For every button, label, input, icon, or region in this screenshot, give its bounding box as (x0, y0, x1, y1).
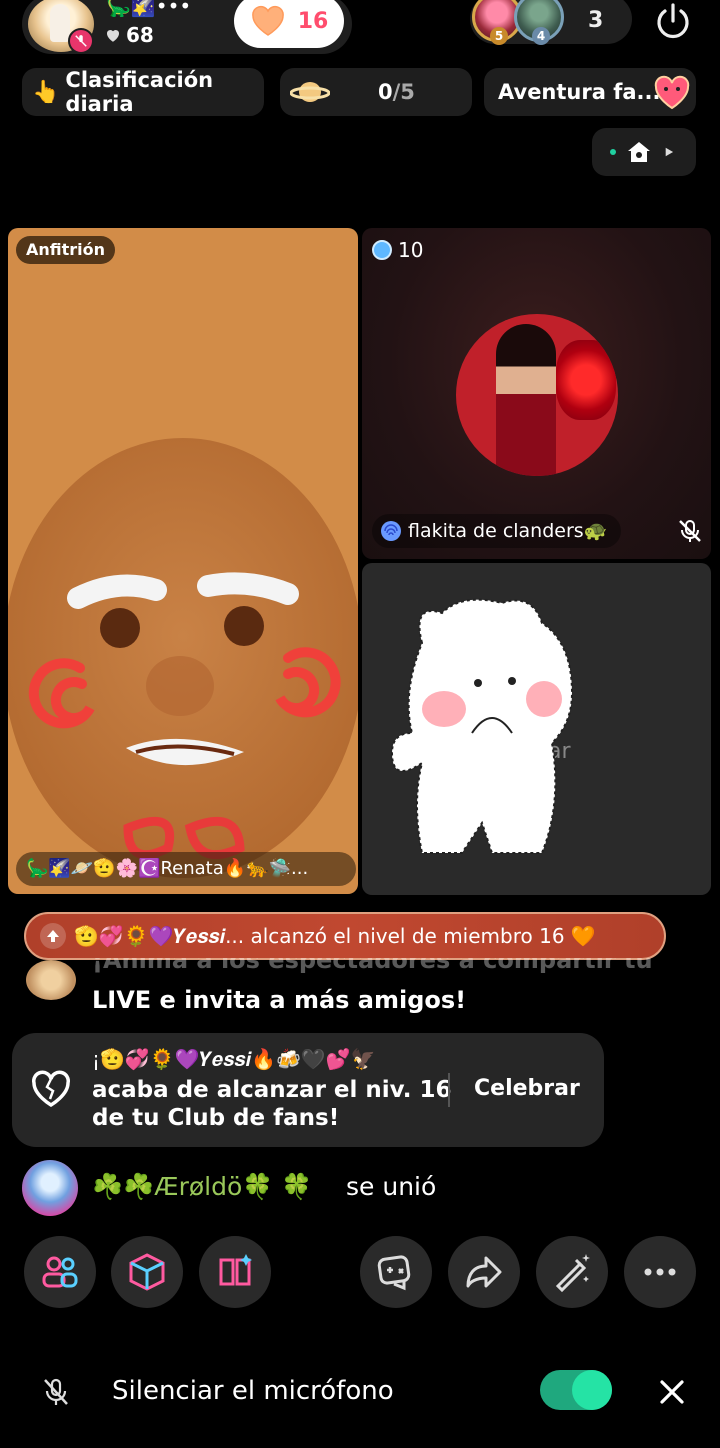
member-level-text: 🫡💞🌻💜𝒀𝒆𝒔𝒔𝒊... alcanzó el nivel de miembro… (74, 924, 596, 948)
joined-user-avatar[interactable] (22, 1160, 78, 1216)
chat-game-icon (377, 1255, 411, 1291)
planet-goal-button[interactable]: 0/5 (280, 68, 472, 116)
end-live-button[interactable] (650, 0, 696, 44)
share-arrow-icon (466, 1256, 502, 1288)
planet-total: /5 (392, 80, 415, 104)
fingerprint-icon (381, 521, 401, 541)
host-badges: 🦕🌠••• (106, 0, 192, 18)
bear-sticker-image (390, 598, 574, 854)
likes-count: 68 (126, 23, 154, 47)
host-video-tile[interactable]: Anfitrión 🦕🌠🪐🫡🌸☪️Renata🔥🐆🛸... (8, 228, 358, 894)
fan-message-line2: de tu Club de fans! (92, 1105, 340, 1131)
heart-outline-icon (32, 1070, 70, 1108)
guests-button[interactable] (24, 1236, 96, 1308)
guest-name: flakita de clanders🐢 (408, 520, 608, 542)
joined-text: se unió (346, 1172, 437, 1201)
people-icon (42, 1256, 78, 1288)
stories-button[interactable] (199, 1236, 271, 1308)
heart-icon (106, 29, 120, 42)
guest-video-tile[interactable]: 10 flakita de clanders🐢 (362, 228, 711, 559)
guest-level-badge: 10 (372, 238, 423, 262)
gingerbread-filter-image (8, 438, 358, 878)
host-name[interactable]: 🦕🌠🪐🫡🌸☪️Renata🔥🐆🛸... (16, 852, 356, 886)
level-up-arrow-icon (40, 923, 66, 949)
heart-gift-icon (654, 75, 690, 110)
mic-off-icon (44, 1378, 68, 1405)
enhance-button[interactable] (536, 1236, 608, 1308)
status-dot (610, 149, 616, 155)
planet-icon (290, 82, 330, 102)
fan-member-name: ¡🫡💞🌻💜𝒀𝒆𝒔𝒔𝒊🔥🍻🖤💕🦅 (92, 1047, 376, 1071)
mute-microphone-bar: Silenciar el micrófono (0, 1350, 720, 1434)
planet-score: 0 (378, 80, 393, 104)
mic-muted-icon (679, 520, 701, 542)
daily-ranking-label: Clasificación diaria (65, 68, 214, 116)
cube-icon (129, 1253, 165, 1291)
joined-user-name[interactable]: ☘️☘️Ærøldö🍀 🍀 (92, 1172, 313, 1202)
interaction-button[interactable] (360, 1236, 432, 1308)
viewer-count[interactable]: 3 (588, 8, 603, 33)
more-dots-icon (644, 1268, 676, 1276)
mute-mic-toggle[interactable] (540, 1370, 612, 1410)
book-sparkle-icon (219, 1254, 252, 1286)
viewer-list[interactable]: 5 4 (470, 0, 632, 45)
power-icon (657, 3, 689, 39)
chat-message-line: LIVE e invita a más amigos! (92, 986, 467, 1014)
diamond-icon (372, 240, 392, 260)
fan-club-card: ¡🫡💞🌻💜𝒀𝒆𝒔𝒔𝒊🔥🍻🖤💕🦅 acaba de alcanzar el niv… (12, 1033, 604, 1147)
toggle-knob (572, 1370, 612, 1410)
magic-wand-icon (555, 1254, 590, 1293)
fan-message-line1: acaba de alcanzar el niv. 16 (92, 1077, 452, 1103)
divider (448, 1073, 450, 1107)
viewer-avatar[interactable]: 4 (514, 0, 564, 45)
fan-club-level: 16 (297, 8, 329, 34)
orange-heart-icon (251, 5, 284, 36)
home-icon (628, 142, 650, 162)
fan-club-button[interactable]: 16 (234, 0, 344, 48)
effects-button[interactable] (111, 1236, 183, 1308)
guest-avatar[interactable] (456, 314, 618, 476)
celebrate-button[interactable]: Celebrar (464, 1069, 590, 1109)
play-icon (665, 147, 674, 157)
adventure-button[interactable]: Aventura fa... (484, 68, 696, 116)
share-button[interactable] (448, 1236, 520, 1308)
adventure-label: Aventura fa... (498, 80, 661, 104)
pointing-hand-icon: 👆 (32, 79, 60, 105)
empty-slot-tile[interactable]: ar (362, 563, 711, 895)
member-level-banner[interactable]: 🫡💞🌻💜𝒀𝒆𝒔𝒔𝒊... alcanzó el nivel de miembro… (24, 912, 666, 960)
guest-level: 10 (398, 238, 424, 262)
guest-name-bar[interactable]: flakita de clanders🐢 (372, 514, 622, 548)
chat-faded-line: ¡Anima a los espectadores a compartir tu (92, 958, 653, 974)
mute-mic-label: Silenciar el micrófono (112, 1376, 394, 1406)
host-label: Anfitrión (16, 236, 116, 264)
home-cast-button[interactable] (592, 128, 696, 176)
more-button[interactable] (624, 1236, 696, 1308)
top-bar: 🦕🌠••• 68 16 5 4 3 (0, 0, 720, 56)
muted-badge-icon (68, 28, 94, 54)
likes-counter: 68 (104, 23, 154, 47)
daily-ranking-button[interactable]: 👆 Clasificación diaria (22, 68, 264, 116)
close-icon[interactable] (656, 1376, 688, 1408)
